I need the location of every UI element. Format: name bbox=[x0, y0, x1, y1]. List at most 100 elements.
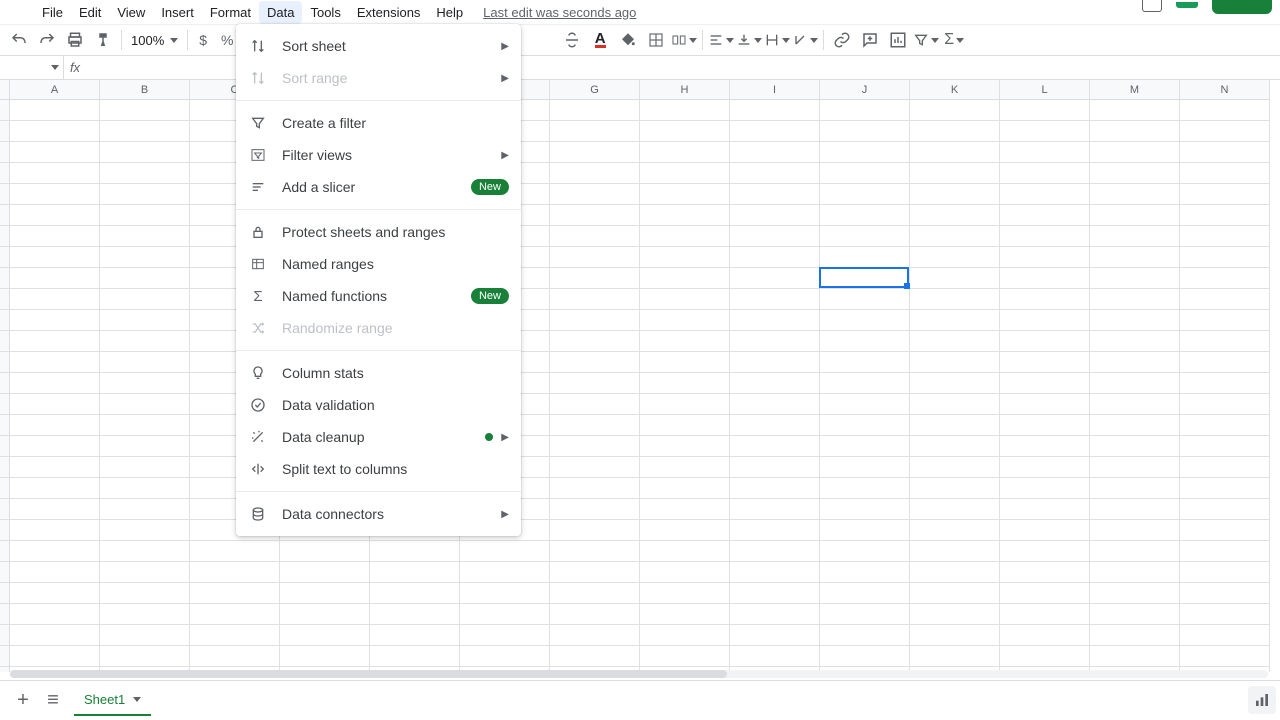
cell[interactable] bbox=[640, 184, 730, 205]
cell[interactable] bbox=[910, 121, 1000, 142]
cell[interactable] bbox=[100, 331, 190, 352]
row-header[interactable] bbox=[0, 667, 10, 672]
cell[interactable] bbox=[640, 226, 730, 247]
row-header[interactable] bbox=[0, 100, 10, 121]
cell[interactable] bbox=[10, 373, 100, 394]
cell[interactable] bbox=[730, 604, 820, 625]
cell[interactable] bbox=[1180, 373, 1270, 394]
add-sheet-button[interactable]: + bbox=[8, 686, 38, 716]
cell[interactable] bbox=[1090, 457, 1180, 478]
cell[interactable] bbox=[460, 604, 550, 625]
borders-button[interactable] bbox=[643, 27, 669, 53]
fill-color-button[interactable] bbox=[615, 27, 641, 53]
cell[interactable] bbox=[820, 520, 910, 541]
cell[interactable] bbox=[550, 268, 640, 289]
paint-format-button[interactable] bbox=[90, 27, 116, 53]
cell[interactable] bbox=[730, 268, 820, 289]
cell[interactable] bbox=[820, 247, 910, 268]
cell[interactable] bbox=[10, 184, 100, 205]
cell[interactable] bbox=[730, 352, 820, 373]
cell[interactable] bbox=[1090, 478, 1180, 499]
column-header[interactable]: K bbox=[910, 80, 1000, 100]
cell[interactable] bbox=[820, 499, 910, 520]
cell[interactable] bbox=[730, 562, 820, 583]
merge-button[interactable] bbox=[671, 27, 697, 53]
cell[interactable] bbox=[100, 289, 190, 310]
cell[interactable] bbox=[550, 415, 640, 436]
cell[interactable] bbox=[280, 625, 370, 646]
cell[interactable] bbox=[1180, 562, 1270, 583]
comment-button[interactable] bbox=[857, 27, 883, 53]
cell[interactable] bbox=[100, 478, 190, 499]
cell[interactable] bbox=[10, 562, 100, 583]
row-header[interactable] bbox=[0, 205, 10, 226]
last-edit-link[interactable]: Last edit was seconds ago bbox=[483, 5, 636, 20]
menu-help[interactable]: Help bbox=[428, 1, 471, 24]
cell[interactable] bbox=[1090, 331, 1180, 352]
cell[interactable] bbox=[10, 352, 100, 373]
cell[interactable] bbox=[1000, 457, 1090, 478]
cell[interactable] bbox=[1000, 331, 1090, 352]
cell[interactable] bbox=[550, 646, 640, 667]
cell[interactable] bbox=[640, 562, 730, 583]
cell[interactable] bbox=[550, 478, 640, 499]
cell[interactable] bbox=[640, 394, 730, 415]
cell[interactable] bbox=[730, 100, 820, 121]
cell[interactable] bbox=[1000, 352, 1090, 373]
cell[interactable] bbox=[10, 205, 100, 226]
cell[interactable] bbox=[1000, 415, 1090, 436]
cell[interactable] bbox=[640, 289, 730, 310]
cell[interactable] bbox=[730, 205, 820, 226]
column-header[interactable]: N bbox=[1180, 80, 1270, 100]
sheet-tab-active[interactable]: Sheet1 bbox=[74, 686, 151, 716]
cell[interactable] bbox=[820, 121, 910, 142]
cell[interactable] bbox=[640, 205, 730, 226]
row-header[interactable] bbox=[0, 289, 10, 310]
cell[interactable] bbox=[820, 331, 910, 352]
cell[interactable] bbox=[730, 478, 820, 499]
cell[interactable] bbox=[1090, 604, 1180, 625]
cell[interactable] bbox=[1000, 205, 1090, 226]
cell[interactable] bbox=[10, 625, 100, 646]
cell[interactable] bbox=[1180, 625, 1270, 646]
cell[interactable] bbox=[1000, 499, 1090, 520]
cell[interactable] bbox=[10, 310, 100, 331]
cell[interactable] bbox=[820, 226, 910, 247]
cell[interactable] bbox=[640, 520, 730, 541]
cell[interactable] bbox=[730, 163, 820, 184]
cell[interactable] bbox=[1090, 352, 1180, 373]
cell[interactable] bbox=[1000, 184, 1090, 205]
cell[interactable] bbox=[280, 646, 370, 667]
cell[interactable] bbox=[100, 121, 190, 142]
cell[interactable] bbox=[280, 562, 370, 583]
cell[interactable] bbox=[730, 289, 820, 310]
cell[interactable] bbox=[640, 541, 730, 562]
cell[interactable] bbox=[910, 604, 1000, 625]
cell[interactable] bbox=[550, 499, 640, 520]
cell[interactable] bbox=[820, 394, 910, 415]
cell[interactable] bbox=[1090, 520, 1180, 541]
cell[interactable] bbox=[1000, 268, 1090, 289]
cell[interactable] bbox=[1180, 478, 1270, 499]
share-button[interactable] bbox=[1212, 0, 1272, 14]
cell[interactable] bbox=[550, 142, 640, 163]
cell[interactable] bbox=[280, 583, 370, 604]
cell[interactable] bbox=[820, 289, 910, 310]
cell[interactable] bbox=[1000, 100, 1090, 121]
cell[interactable] bbox=[1000, 142, 1090, 163]
comments-icon[interactable] bbox=[1142, 0, 1162, 12]
cell[interactable] bbox=[550, 163, 640, 184]
explore-button[interactable] bbox=[1248, 686, 1276, 714]
cell[interactable] bbox=[280, 604, 370, 625]
cell[interactable] bbox=[1180, 541, 1270, 562]
menuitem-create-a-filter[interactable]: Create a filter bbox=[236, 107, 521, 139]
cell[interactable] bbox=[460, 625, 550, 646]
cell[interactable] bbox=[820, 541, 910, 562]
row-header[interactable] bbox=[0, 457, 10, 478]
cell[interactable] bbox=[910, 352, 1000, 373]
cell[interactable] bbox=[640, 604, 730, 625]
cell[interactable] bbox=[100, 226, 190, 247]
cell[interactable] bbox=[190, 562, 280, 583]
cell[interactable] bbox=[550, 226, 640, 247]
cell[interactable] bbox=[460, 541, 550, 562]
